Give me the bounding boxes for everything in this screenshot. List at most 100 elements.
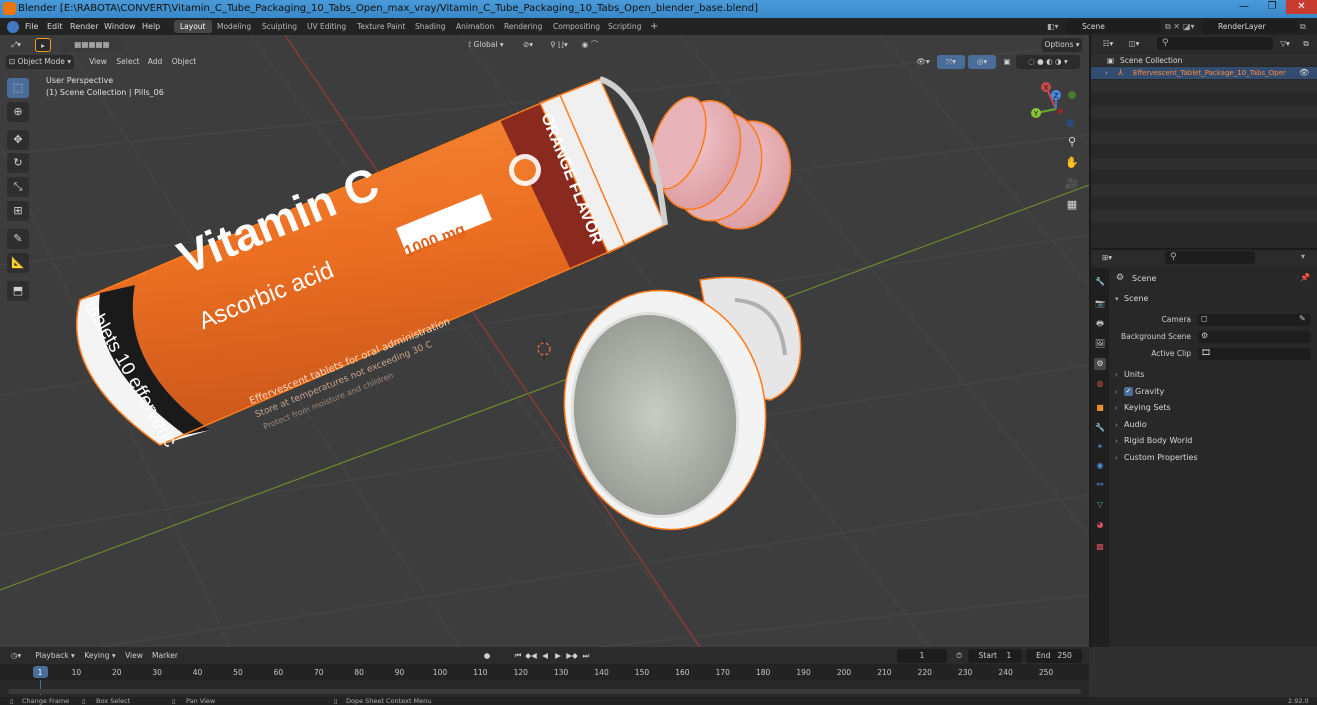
move-tool-icon[interactable]: ✥: [7, 130, 29, 150]
add-workspace-button[interactable]: +: [644, 20, 664, 33]
menu-keying[interactable]: Keying ▾: [80, 649, 120, 663]
data-tab-icon[interactable]: ▽: [1094, 499, 1106, 511]
physics-tab-icon[interactable]: ◉: [1094, 460, 1106, 472]
timeline-scrollbar[interactable]: [8, 689, 1081, 694]
rigid-body-expand-icon[interactable]: ›: [1115, 437, 1118, 445]
cursor-tool-icon[interactable]: ⊕: [7, 102, 29, 122]
menu-playback[interactable]: Playback ▾: [32, 649, 78, 663]
filter-icon[interactable]: ▽▾: [1275, 37, 1295, 51]
active-clip-field[interactable]: [1198, 348, 1311, 360]
zoom-icon[interactable]: ⚲: [1062, 133, 1082, 151]
menu-window[interactable]: Window: [104, 18, 136, 35]
transform-orientation-dropdown[interactable]: ⟟ Global ▾: [459, 38, 513, 52]
select-mode-icons[interactable]: ▦▦▦▦▦: [60, 38, 124, 52]
scale-tool-icon[interactable]: ⤡: [7, 177, 29, 197]
tab-uv-editing[interactable]: UV Editing: [301, 20, 352, 33]
object-mode-dropdown[interactable]: ⊡ Object Mode ▾: [6, 55, 74, 69]
tab-compositing[interactable]: Compositing: [547, 20, 606, 33]
particles-tab-icon[interactable]: ✴: [1094, 441, 1106, 453]
outliner-search-input[interactable]: [1157, 37, 1273, 50]
panel-custom-properties[interactable]: Custom Properties: [1124, 453, 1198, 462]
menu-help[interactable]: Help: [142, 18, 160, 35]
measure-tool-icon[interactable]: 📐: [7, 253, 29, 273]
scene-add-icon[interactable]: ⧉ ✕: [1165, 18, 1180, 35]
eyedropper-icon[interactable]: ✎: [1299, 314, 1306, 323]
menu-render[interactable]: Render: [70, 18, 98, 35]
units-expand-icon[interactable]: ›: [1115, 371, 1118, 379]
camera-view-icon[interactable]: 🎥: [1062, 175, 1082, 193]
transform-tool-icon[interactable]: ⊞: [7, 201, 29, 221]
visibility-icon[interactable]: 👁▾: [912, 55, 934, 69]
tool-tab-icon[interactable]: 🔧: [1094, 276, 1106, 288]
outliner-editor-type-icon[interactable]: ☷▾: [1097, 37, 1119, 51]
renderlayer-add-icon[interactable]: ⧉: [1300, 18, 1306, 35]
outliner-display-mode-icon[interactable]: ◫▾: [1123, 37, 1145, 51]
add-cube-tool-icon[interactable]: ⬒: [7, 281, 29, 301]
current-frame-field[interactable]: 1: [897, 649, 947, 663]
tab-texture-paint[interactable]: Texture Paint: [351, 20, 411, 33]
background-scene-field[interactable]: [1198, 331, 1311, 343]
xray-icon[interactable]: ▣: [1000, 55, 1014, 69]
scene-field[interactable]: Scene: [1066, 20, 1161, 33]
pin-icon[interactable]: 📌: [1300, 273, 1310, 282]
select-tool-icon[interactable]: ▸: [35, 38, 51, 52]
properties-editor-type-icon[interactable]: ⊞▾: [1097, 251, 1117, 265]
custom-props-expand-icon[interactable]: ›: [1115, 454, 1118, 462]
panel-rigid-body-world[interactable]: Rigid Body World: [1124, 436, 1192, 445]
renderlayer-browse-icon[interactable]: ◪▾: [1183, 18, 1195, 35]
prev-keyframe-icon[interactable]: ◆◀: [525, 649, 537, 663]
menu-timeline-view[interactable]: View: [122, 649, 146, 663]
menu-edit[interactable]: Edit: [47, 18, 63, 35]
gravity-checkbox[interactable]: ✓: [1124, 387, 1133, 396]
minimize-button[interactable]: —: [1230, 0, 1258, 14]
blender-logo-icon[interactable]: [7, 21, 19, 33]
overlay-toggle-icon[interactable]: ◎▾: [968, 55, 996, 69]
render-tab-icon[interactable]: 📷: [1094, 298, 1106, 310]
jump-start-icon[interactable]: ⏮: [512, 649, 524, 663]
annotate-tool-icon[interactable]: ✎: [7, 229, 29, 249]
properties-search-input[interactable]: [1165, 251, 1255, 264]
play-reverse-icon[interactable]: ◀: [539, 649, 551, 663]
tab-sculpting[interactable]: Sculpting: [256, 20, 303, 33]
panel-gravity[interactable]: Gravity: [1135, 387, 1164, 396]
stopwatch-icon[interactable]: ⏱: [953, 649, 965, 663]
material-tab-icon[interactable]: ◕: [1094, 519, 1106, 531]
panel-keying-sets[interactable]: Keying Sets: [1124, 403, 1171, 412]
rotate-tool-icon[interactable]: ↻: [7, 153, 29, 173]
gizmo-toggle-icon[interactable]: ⤧▾: [937, 55, 965, 69]
next-keyframe-icon[interactable]: ▶◆: [565, 649, 579, 663]
ortho-grid-icon[interactable]: ▦: [1062, 196, 1082, 214]
menu-file[interactable]: File: [25, 18, 38, 35]
end-frame-field[interactable]: End 250: [1026, 649, 1082, 663]
expand-arrow-icon[interactable]: ›: [1105, 69, 1108, 77]
navigation-gizmo[interactable]: X Y Z: [1026, 79, 1086, 139]
scene-section-label[interactable]: Scene: [1124, 294, 1148, 303]
constraints-tab-icon[interactable]: ⚯: [1094, 479, 1106, 491]
menu-select[interactable]: Select: [114, 55, 142, 69]
play-icon[interactable]: ▶: [552, 649, 564, 663]
tab-rendering[interactable]: Rendering: [498, 20, 548, 33]
start-frame-field[interactable]: Start 1: [968, 649, 1022, 663]
pivot-icon[interactable]: ⊘▾: [518, 38, 538, 52]
outliner-object-label[interactable]: Effervescent_Tablet_Package_10_Tabs_Oper: [1133, 69, 1288, 77]
menu-object[interactable]: Object: [169, 55, 199, 69]
world-tab-icon[interactable]: ◍: [1094, 378, 1106, 390]
object-tab-icon[interactable]: ■: [1094, 402, 1106, 414]
jump-end-icon[interactable]: ⏭: [580, 649, 592, 663]
eye-visibility-icon[interactable]: 👁: [1299, 68, 1309, 77]
tab-scripting[interactable]: Scripting: [602, 20, 647, 33]
editor-type-icon[interactable]: ⤢▾: [6, 38, 26, 52]
proportional-edit-icon[interactable]: ◉ ⌒: [580, 38, 600, 52]
tab-layout[interactable]: Layout: [174, 20, 212, 33]
timeline-editor-type-icon[interactable]: ◷▾: [6, 649, 26, 663]
menu-view[interactable]: View: [86, 55, 110, 69]
scene-collection-label[interactable]: Scene Collection: [1120, 56, 1182, 65]
options-dropdown[interactable]: Options ▾: [1042, 38, 1082, 52]
close-button[interactable]: ✕: [1286, 0, 1317, 14]
tab-modeling[interactable]: Modeling: [211, 20, 257, 33]
tab-animation[interactable]: Animation: [450, 20, 500, 33]
keying-sets-expand-icon[interactable]: ›: [1115, 404, 1118, 412]
properties-options-icon[interactable]: ▾: [1301, 252, 1305, 261]
panel-units[interactable]: Units: [1124, 370, 1144, 379]
panel-audio[interactable]: Audio: [1124, 420, 1147, 429]
